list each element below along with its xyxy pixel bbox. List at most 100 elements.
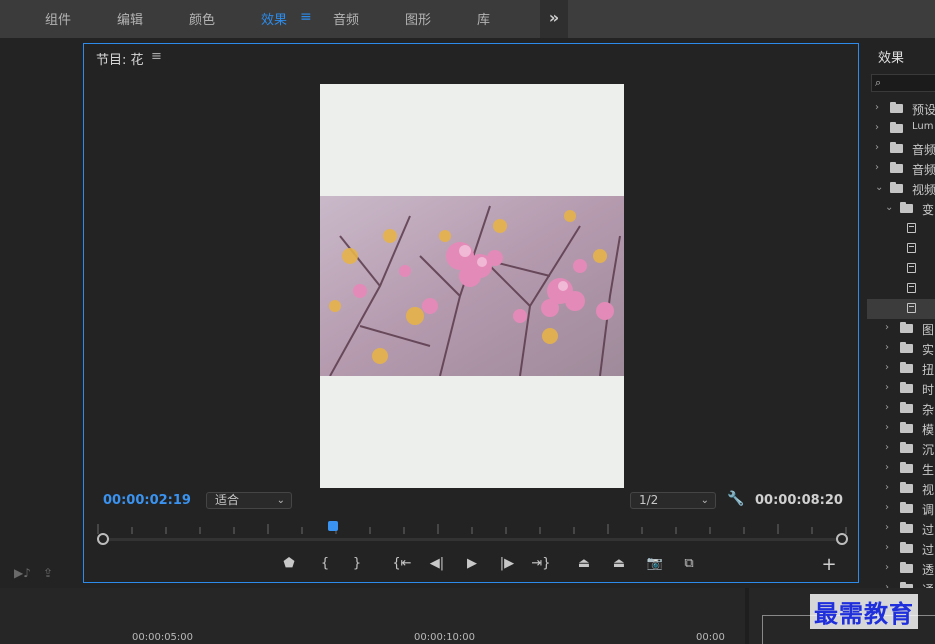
- workspace-tab-editing[interactable]: 编辑: [117, 9, 143, 28]
- chevron-right-icon[interactable]: ›: [885, 482, 889, 493]
- effects-folder-item[interactable]: ⌄ 变: [867, 199, 935, 219]
- effect-item[interactable]: [867, 239, 935, 259]
- folder-icon: [900, 462, 913, 473]
- effects-panel-title[interactable]: 效果: [878, 47, 904, 66]
- chevron-right-icon[interactable]: ›: [885, 402, 889, 413]
- effects-folder-item[interactable]: › 音频: [867, 159, 935, 179]
- effects-folder-item[interactable]: › 视: [867, 479, 935, 499]
- monitor-menu-icon[interactable]: ≡: [151, 49, 162, 64]
- step-forward-icon[interactable]: |▶: [497, 555, 517, 573]
- lift-icon[interactable]: ⏏: [574, 555, 594, 573]
- zoom-scroll-end-handle[interactable]: [836, 533, 848, 545]
- effect-item[interactable]: [867, 259, 935, 279]
- effects-folder-item[interactable]: › 沉: [867, 439, 935, 459]
- folder-icon: [900, 342, 913, 353]
- effects-folder-item[interactable]: › 透: [867, 559, 935, 579]
- folder-icon: [890, 182, 903, 193]
- chevron-right-icon[interactable]: ›: [885, 382, 889, 393]
- chevron-right-icon[interactable]: ›: [885, 362, 889, 373]
- tree-item-label: 过: [922, 543, 935, 557]
- chevron-right-icon[interactable]: ›: [875, 142, 879, 153]
- effect-item[interactable]: [867, 219, 935, 239]
- extract-icon[interactable]: ⏏: [609, 555, 629, 573]
- effects-folder-item[interactable]: › 图: [867, 319, 935, 339]
- effect-item[interactable]: [867, 299, 935, 319]
- tree-item-label: 视: [922, 483, 935, 497]
- go-to-out-icon[interactable]: ⇥}: [531, 555, 551, 573]
- effects-folder-item[interactable]: › 扭: [867, 359, 935, 379]
- chevron-right-icon[interactable]: ›: [885, 422, 889, 433]
- tree-item-label: Lum: [912, 121, 934, 132]
- add-marker-icon[interactable]: ⬟: [279, 555, 299, 573]
- workspace-tab-graphics[interactable]: 图形: [405, 9, 431, 28]
- folder-icon: [900, 442, 913, 453]
- topbar-empty: [568, 0, 935, 38]
- comparison-view-icon[interactable]: ⧉: [679, 555, 699, 573]
- time-ruler[interactable]: [96, 522, 848, 534]
- folder-icon: [900, 422, 913, 433]
- effect-item[interactable]: [867, 279, 935, 299]
- effects-folder-item[interactable]: › 调: [867, 499, 935, 519]
- duration-timecode: 00:00:08:20: [755, 493, 843, 508]
- chevron-right-icon[interactable]: ›: [885, 502, 889, 513]
- folder-icon: [900, 202, 913, 213]
- button-editor-add-icon[interactable]: +: [819, 554, 839, 575]
- chevron-right-icon[interactable]: ›: [885, 442, 889, 453]
- chevron-right-icon[interactable]: ›: [875, 122, 879, 133]
- effects-folder-item[interactable]: › 过: [867, 519, 935, 539]
- effects-folder-item[interactable]: › 模: [867, 419, 935, 439]
- effects-folder-item[interactable]: › 杂: [867, 399, 935, 419]
- chevron-right-icon[interactable]: ›: [885, 462, 889, 473]
- chevron-down-icon[interactable]: ⌄: [875, 182, 883, 193]
- effects-folder-item[interactable]: › 实: [867, 339, 935, 359]
- chevron-down-icon[interactable]: ⌄: [885, 202, 893, 213]
- zoom-scroll-bar[interactable]: [99, 538, 845, 541]
- effects-folder-item[interactable]: › 音频: [867, 139, 935, 159]
- effects-folder-item[interactable]: › Lum: [867, 119, 935, 139]
- zoom-level-select[interactable]: 适合 ⌄: [206, 492, 292, 509]
- mark-in-icon[interactable]: {: [315, 555, 335, 573]
- chevron-right-icon[interactable]: ›: [885, 522, 889, 533]
- go-to-in-icon[interactable]: {⇤: [392, 555, 412, 573]
- zoom-scroll-start-handle[interactable]: [97, 533, 109, 545]
- panel-divider[interactable]: [745, 588, 749, 644]
- workspace-tab-color[interactable]: 颜色: [189, 9, 215, 28]
- audio-track-icon[interactable]: ▶♪: [14, 566, 31, 580]
- effects-folder-item[interactable]: ⌄ 视频: [867, 179, 935, 199]
- step-back-icon[interactable]: ◀|: [427, 555, 447, 573]
- folder-icon: [900, 382, 913, 393]
- wrench-settings-icon[interactable]: 🔧: [727, 491, 744, 507]
- workspace-tab-libraries[interactable]: 库: [477, 9, 490, 28]
- tree-item-label: 透: [922, 563, 935, 577]
- chevron-right-icon[interactable]: ›: [885, 542, 889, 553]
- folder-icon: [900, 402, 913, 413]
- chevron-right-icon[interactable]: ›: [885, 322, 889, 333]
- mark-out-icon[interactable]: }: [347, 555, 367, 573]
- video-frame: [320, 84, 624, 488]
- playback-resolution-select[interactable]: 1/2 ⌄: [630, 492, 716, 509]
- export-frame-camera-icon[interactable]: 📷: [645, 555, 665, 573]
- effects-folder-item[interactable]: › 生: [867, 459, 935, 479]
- workspace-tab-effects[interactable]: 效果: [261, 9, 287, 28]
- workspace-tab-audio[interactable]: 音频: [333, 9, 359, 28]
- effects-folder-item[interactable]: › 预设: [867, 99, 935, 119]
- tree-item-label: 视频: [912, 183, 935, 197]
- effects-folder-item[interactable]: › 时: [867, 379, 935, 399]
- chevron-right-icon[interactable]: ›: [885, 562, 889, 573]
- folder-icon: [890, 162, 903, 173]
- chevron-right-icon[interactable]: ›: [875, 102, 879, 113]
- playhead-marker[interactable]: [328, 521, 338, 531]
- effect-clip-icon: [907, 243, 916, 253]
- effects-search-input[interactable]: ⌕: [871, 74, 935, 92]
- play-icon[interactable]: ▶: [462, 555, 482, 573]
- chevron-right-icon[interactable]: ›: [875, 162, 879, 173]
- more-workspaces-icon[interactable]: »: [540, 0, 568, 38]
- tree-item-label: 变: [922, 203, 935, 217]
- effects-folder-item[interactable]: › 过: [867, 539, 935, 559]
- workspace-menu-icon[interactable]: ≡: [300, 9, 312, 25]
- workspace-tab-assembly[interactable]: 组件: [45, 9, 71, 28]
- chevron-right-icon[interactable]: ›: [885, 342, 889, 353]
- current-timecode[interactable]: 00:00:02:19: [103, 493, 191, 508]
- export-frame-icon[interactable]: ⇪: [43, 566, 53, 580]
- timeline-panel: 00:00:05:00 00:00:10:00 00:00 最需教育: [0, 588, 935, 644]
